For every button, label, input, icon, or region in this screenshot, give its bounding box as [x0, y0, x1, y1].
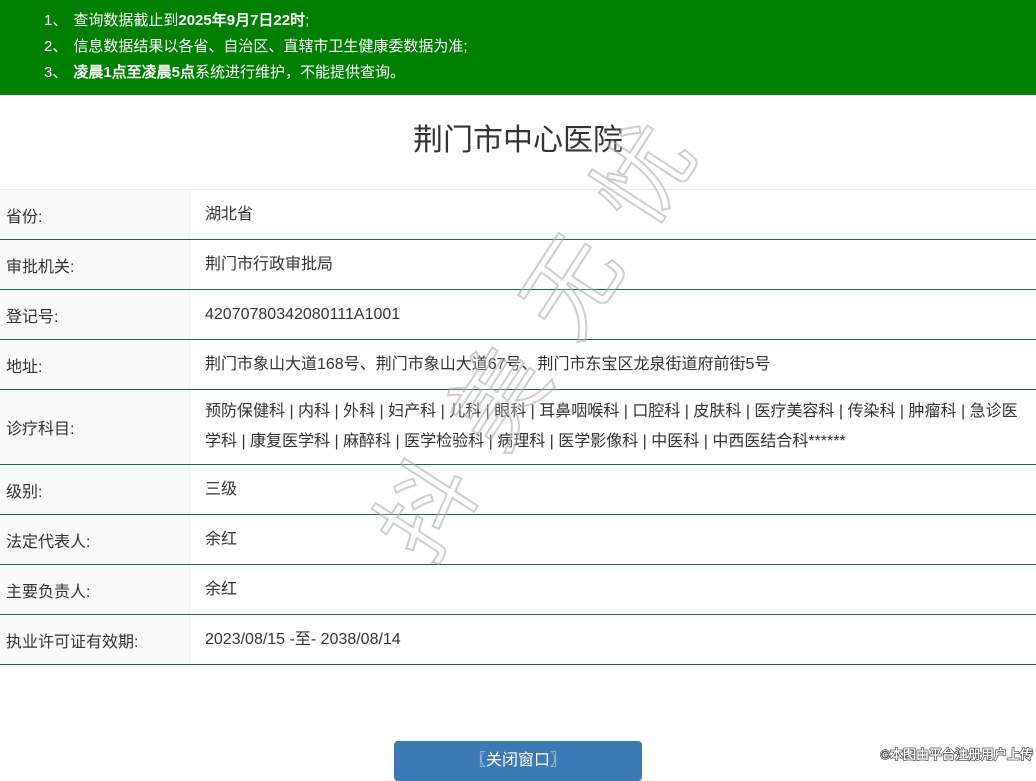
row-label: 级别:	[0, 465, 190, 514]
table-row: 诊疗科目: 预防保健科 | 内科 | 外科 | 妇产科 | 儿科 | 眼科 | 耳…	[0, 390, 1036, 465]
row-label: 登记号:	[0, 290, 190, 339]
notice-banner: 1、 查询数据截止到2025年9月7日22时; 2、 信息数据结果以各省、自治区、直辖…	[0, 0, 1036, 95]
row-value-text: 余红	[205, 530, 238, 548]
page-title: 荆门市中心医院	[413, 124, 623, 157]
table-row: 登记号: 42070780342080111A1001	[0, 290, 1036, 340]
row-value: 湖北省	[190, 190, 1036, 239]
notice-number: 3、	[44, 64, 68, 81]
row-label: 地址:	[0, 340, 190, 389]
close-window-button[interactable]: 〖关闭窗口〗	[394, 741, 642, 781]
row-value-text: 预防保健科 | 内科 | 外科 | 妇产科 | 儿科 | 眼科 | 耳鼻咽喉科 …	[205, 403, 1018, 450]
notice-list: 1、 查询数据截止到2025年9月7日22时; 2、 信息数据结果以各省、自治区、直辖…	[44, 8, 1026, 85]
notice-text: 系统进行维护，不能提供查询。	[195, 64, 406, 81]
table-row: 审批机关: 荆门市行政审批局	[0, 240, 1036, 290]
notice-line: 3、 凌晨1点至凌晨5点系统进行维护，不能提供查询。	[44, 60, 1026, 85]
row-value: 2023/08/15 -至- 2038/08/14	[190, 615, 1036, 664]
row-value: 荆门市行政审批局	[190, 240, 1036, 289]
row-value: 42070780342080111A1001	[190, 290, 1036, 339]
row-value: 荆门市象山大道168号、荆门市象山大道67号、荆门市东宝区龙泉街道府前街5号	[190, 340, 1036, 389]
table-row: 主要负责人: 余红	[0, 565, 1036, 615]
notice-number: 1、	[44, 12, 68, 29]
row-label: 审批机关:	[0, 240, 190, 289]
table-row: 执业许可证有效期: 2023/08/15 -至- 2038/08/14	[0, 615, 1036, 665]
notice-text: 凌晨1点至凌晨5点	[73, 64, 196, 81]
row-label: 法定代表人:	[0, 515, 190, 564]
table-row: 省份: 湖北省	[0, 190, 1036, 240]
table-row: 级别: 三级	[0, 465, 1036, 515]
hospital-details-table: 省份: 湖北省 审批机关: 荆门市行政审批局 登记号: 42070780342080111…	[0, 189, 1036, 665]
upload-credit-text: ©本图由平台注册用户上传	[880, 747, 1034, 763]
row-label: 省份:	[0, 190, 190, 239]
notice-text: 信息数据结果以各省、自治区、直辖市卫生健康委数据为准;	[73, 38, 468, 55]
notice-text: ;	[305, 12, 310, 29]
row-value-text: 三级	[205, 480, 238, 498]
notice-number: 2、	[44, 38, 68, 55]
row-label: 主要负责人:	[0, 565, 190, 614]
row-value-text: 荆门市象山大道168号、荆门市象山大道67号、荆门市东宝区龙泉街道府前街5号	[205, 355, 771, 373]
row-value-text: 荆门市行政审批局	[205, 255, 334, 273]
row-value: 三级	[190, 465, 1036, 514]
table-row: 地址: 荆门市象山大道168号、荆门市象山大道67号、荆门市东宝区龙泉街道府前街5…	[0, 340, 1036, 390]
row-value: 余红	[190, 565, 1036, 614]
notice-line: 1、 查询数据截止到2025年9月7日22时;	[44, 8, 1026, 33]
table-row: 法定代表人: 余红	[0, 515, 1036, 565]
row-value-text: 2023/08/15 -至- 2038/08/14	[205, 630, 401, 648]
row-label: 诊疗科目:	[0, 390, 190, 464]
row-value-text: 湖北省	[205, 205, 254, 223]
row-label: 执业许可证有效期:	[0, 615, 190, 664]
row-value: 预防保健科 | 内科 | 外科 | 妇产科 | 儿科 | 眼科 | 耳鼻咽喉科 …	[190, 390, 1036, 464]
notice-line: 2、 信息数据结果以各省、自治区、直辖市卫生健康委数据为准;	[44, 34, 1026, 59]
row-value-text: 余红	[205, 580, 238, 598]
notice-text: 查询数据截止到	[73, 12, 179, 29]
row-value: 余红	[190, 515, 1036, 564]
notice-text: 2025年9月7日22时	[178, 12, 306, 29]
row-value-text: 42070780342080111A1001	[205, 305, 401, 323]
